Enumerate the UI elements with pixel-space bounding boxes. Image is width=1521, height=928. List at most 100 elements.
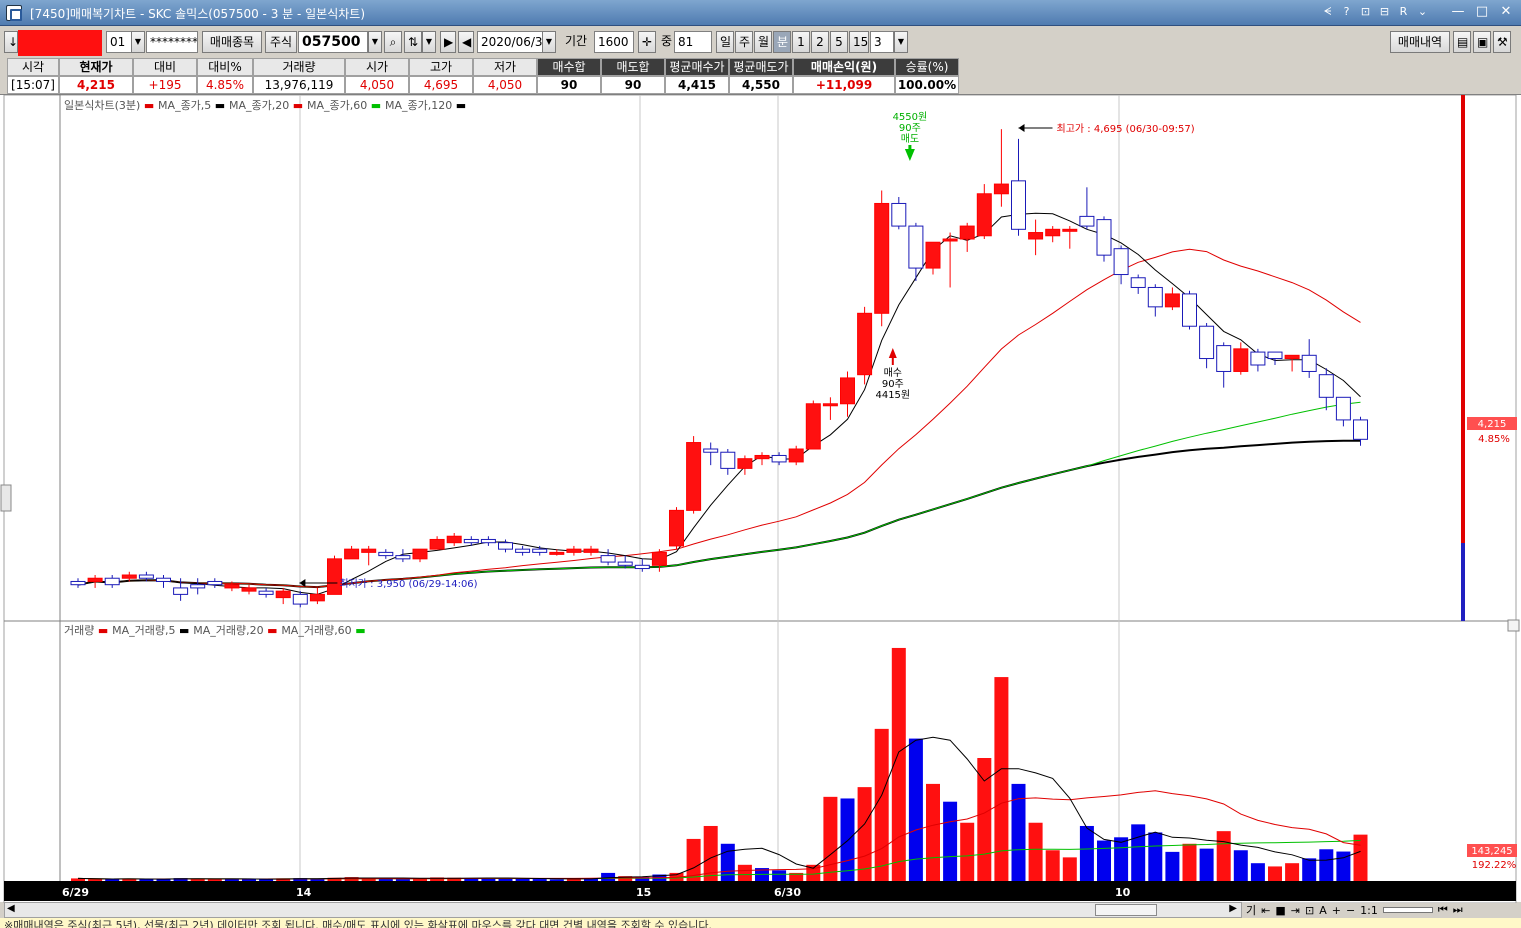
candle[interactable]: [703, 448, 719, 453]
mid-input[interactable]: 81: [674, 31, 712, 53]
volume-bar[interactable]: [88, 879, 103, 881]
sort-dropdown-icon[interactable]: ▼: [422, 31, 436, 53]
arrow-down-icon[interactable]: ↓: [4, 31, 18, 53]
side-toggle[interactable]: [0, 484, 12, 512]
volume-bar[interactable]: [601, 872, 616, 881]
candle[interactable]: [275, 590, 291, 599]
play-back-icon[interactable]: ◀: [458, 31, 474, 53]
fast-forward-icon[interactable]: ⇥: [1291, 904, 1300, 917]
wrench-icon[interactable]: ⚒: [1493, 31, 1511, 53]
pin-icon[interactable]: ᗕ: [1320, 4, 1335, 20]
volume-bar[interactable]: [840, 798, 855, 881]
volume-bar[interactable]: [1148, 832, 1163, 881]
volume-bar[interactable]: [1079, 825, 1094, 881]
candle[interactable]: [1216, 345, 1232, 372]
candle[interactable]: [993, 183, 1009, 195]
copy-icon[interactable]: ⊡: [1305, 904, 1314, 917]
candle[interactable]: [754, 454, 770, 460]
password-field[interactable]: ********: [146, 31, 198, 53]
interval-1[interactable]: 1: [792, 31, 810, 53]
candle[interactable]: [498, 542, 513, 550]
candle[interactable]: [515, 548, 531, 553]
volume-bar[interactable]: [874, 728, 889, 881]
candle[interactable]: [446, 535, 462, 544]
date-dropdown-icon[interactable]: ▼: [542, 31, 556, 53]
stock-code-input[interactable]: 057500: [298, 31, 368, 53]
candle[interactable]: [224, 584, 240, 589]
rewind-icon[interactable]: ⇤: [1261, 904, 1270, 917]
menu-icon[interactable]: ⌄: [1415, 4, 1430, 20]
horizontal-scrollbar[interactable]: ◀ ▶: [4, 902, 1242, 918]
volume-bar[interactable]: [1062, 857, 1077, 881]
candle[interactable]: [1233, 348, 1249, 372]
candle[interactable]: [549, 551, 565, 555]
volume-bar[interactable]: [105, 879, 120, 881]
candle[interactable]: [959, 225, 975, 240]
candle[interactable]: [669, 509, 684, 547]
volume-bar[interactable]: [1285, 863, 1300, 881]
candle[interactable]: [1284, 354, 1300, 360]
candle[interactable]: [344, 548, 360, 560]
candle[interactable]: [173, 587, 189, 595]
candle[interactable]: [788, 448, 804, 463]
candle[interactable]: [617, 561, 633, 566]
save-icon[interactable]: ▣: [1473, 31, 1491, 53]
candle[interactable]: [840, 377, 855, 405]
candle[interactable]: [1335, 396, 1351, 421]
volume-bar[interactable]: [857, 787, 872, 881]
candle[interactable]: [925, 241, 941, 269]
candle[interactable]: [412, 548, 428, 560]
candle[interactable]: [1113, 248, 1129, 276]
candle[interactable]: [908, 225, 924, 269]
candle[interactable]: [309, 593, 325, 602]
volume-bar[interactable]: [1097, 840, 1111, 881]
folder-icon[interactable]: ▤: [1453, 31, 1471, 53]
volume-bar[interactable]: [515, 878, 530, 881]
candle[interactable]: [463, 538, 479, 544]
volume-bar[interactable]: [1165, 851, 1180, 881]
volume-bar[interactable]: [1182, 843, 1197, 881]
reset-icon[interactable]: R: [1396, 4, 1411, 20]
candle[interactable]: [1147, 286, 1163, 308]
volume-bar[interactable]: [943, 801, 958, 881]
interval-day[interactable]: 일: [716, 31, 734, 53]
candle[interactable]: [156, 577, 171, 582]
volume-bar[interactable]: [772, 870, 787, 881]
candle[interactable]: [1164, 293, 1180, 308]
volume-bar[interactable]: [737, 864, 752, 881]
minute-dropdown-icon[interactable]: ▼: [894, 31, 908, 53]
play-forward-icon[interactable]: ▶: [440, 31, 456, 53]
close-button[interactable]: ✕: [1496, 2, 1516, 22]
interval-minute[interactable]: 분: [773, 31, 791, 53]
candle[interactable]: [258, 590, 274, 595]
candle[interactable]: [292, 593, 308, 605]
candle[interactable]: [942, 238, 958, 242]
candle[interactable]: [104, 577, 120, 586]
candle[interactable]: [651, 551, 667, 566]
volume-bar[interactable]: [1199, 848, 1214, 881]
candle[interactable]: [395, 555, 411, 560]
period-input[interactable]: 1600: [594, 31, 634, 53]
scroll-right-icon[interactable]: ▶: [1229, 903, 1237, 914]
candle[interactable]: [1199, 325, 1215, 360]
zoom-out-icon[interactable]: −: [1346, 904, 1355, 917]
candle[interactable]: [583, 548, 599, 553]
maximize-button[interactable]: □: [1472, 2, 1492, 22]
account-dropdown-icon[interactable]: ▼: [131, 31, 145, 53]
candle[interactable]: [480, 538, 496, 544]
candle[interactable]: [634, 564, 650, 570]
volume-bar[interactable]: [1131, 824, 1146, 881]
candle[interactable]: [361, 548, 377, 553]
interval-2[interactable]: 2: [811, 31, 829, 53]
scrollbar-thumb[interactable]: [1095, 904, 1157, 916]
volume-bar[interactable]: [977, 758, 992, 881]
volume-bar[interactable]: [926, 783, 940, 881]
account-suffix[interactable]: 01: [106, 31, 132, 53]
volume-bar[interactable]: [242, 879, 256, 881]
volume-bar[interactable]: [139, 879, 154, 881]
candle[interactable]: [720, 451, 736, 469]
candle[interactable]: [1079, 215, 1095, 227]
candle[interactable]: [874, 202, 890, 314]
candle[interactable]: [429, 538, 445, 550]
sort-icon[interactable]: ⇅: [404, 31, 422, 53]
